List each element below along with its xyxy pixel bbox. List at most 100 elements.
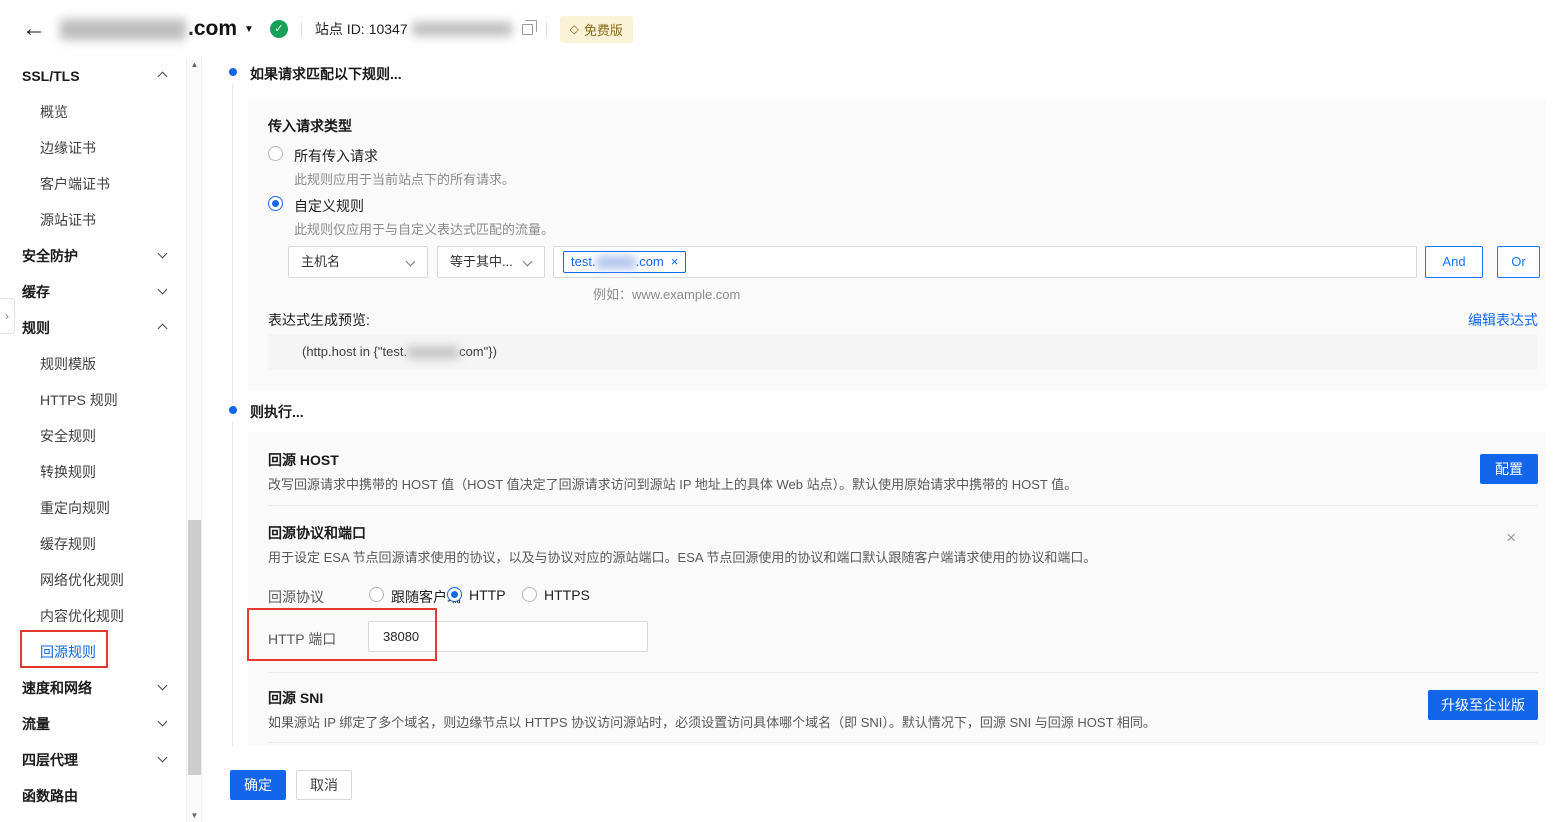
scroll-down-icon[interactable]: ▼ — [187, 811, 202, 820]
sidebar-item-https-rules[interactable]: HTTPS 规则 — [0, 382, 186, 418]
value-tag: test..com × — [563, 251, 686, 273]
expression-preview: (http.host in {"test.com"}) — [268, 334, 1538, 370]
field-select[interactable]: 主机名 — [288, 246, 428, 278]
chevron-down-icon — [158, 753, 168, 763]
request-type-title: 传入请求类型 — [268, 116, 352, 136]
page: ← .com ▼ ✓ 站点 ID: 10347 ◇ 免费版 SSL/TLS 概览… — [0, 0, 1566, 822]
step2-title: 则执行... — [250, 402, 304, 422]
sidebar-item-label: HTTPS 规则 — [40, 392, 118, 408]
sidebar-item-origin-rules[interactable]: 回源规则 — [0, 634, 186, 670]
main-content: 如果请求匹配以下规则... 传入请求类型 所有传入请求 此规则应用于当前站点下的… — [202, 58, 1566, 822]
http-port-input[interactable] — [368, 621, 648, 652]
plan-badge: ◇ 免费版 — [560, 16, 633, 43]
sidebar-item-cache-rules[interactable]: 缓存规则 — [0, 526, 186, 562]
sidebar-item-redirect-rules[interactable]: 重定向规则 — [0, 490, 186, 526]
sidebar-item-label: 安全防护 — [22, 248, 78, 264]
radio-custom-rule-desc: 此规则仅应用于与自定义表达式匹配的流量。 — [294, 219, 554, 238]
sidebar-item-label: 缓存 — [22, 284, 50, 300]
or-button[interactable]: Or — [1497, 246, 1540, 278]
sidebar-item-label: 速度和网络 — [22, 680, 92, 696]
sidebar-item-overview[interactable]: 概览 — [0, 94, 186, 130]
radio-https[interactable] — [522, 587, 537, 602]
sidebar-item-client-cert[interactable]: 客户端证书 — [0, 166, 186, 202]
configure-button[interactable]: 配置 — [1480, 454, 1538, 484]
copy-icon[interactable] — [522, 24, 533, 35]
tag-remove-icon[interactable]: × — [671, 252, 679, 272]
sidebar-item-label: 客户端证书 — [40, 176, 110, 192]
sidebar-item-rule-template[interactable]: 规则模版 — [0, 346, 186, 382]
redacted-tag-domain — [596, 257, 636, 268]
value-tag-input[interactable]: test..com × — [553, 246, 1417, 278]
sidebar-item-label: 规则 — [22, 320, 50, 336]
header-divider — [546, 22, 547, 37]
upgrade-enterprise-button[interactable]: 升级至企业版 — [1428, 690, 1538, 720]
chevron-down-icon — [158, 249, 168, 259]
origin-sni-desc: 如果源站 IP 绑定了多个域名，则边缘节点以 HTTPS 协议访问源站时，必须设… — [268, 712, 1156, 731]
scrollbar-thumb[interactable] — [188, 520, 201, 775]
chevron-up-icon — [158, 324, 168, 334]
scroll-up-icon[interactable]: ▲ — [187, 60, 202, 69]
sidebar-item-label: 网络优化规则 — [40, 572, 124, 588]
sidebar-item-content-opt-rules[interactable]: 内容优化规则 — [0, 598, 186, 634]
sidebar-item-label: SSL/TLS — [22, 68, 80, 84]
sidebar-group-security[interactable]: 安全防护 — [0, 238, 186, 274]
chevron-down-icon — [158, 285, 168, 295]
origin-protocol-port-title: 回源协议和端口 — [268, 523, 366, 543]
radio-custom-rule[interactable] — [268, 196, 283, 211]
site-switcher[interactable]: .com ▼ — [60, 17, 254, 41]
sidebar-group-rules[interactable]: 规则 — [0, 310, 186, 346]
value-hint: 例如：www.example.com — [593, 284, 740, 303]
site-id-value: 10347 — [369, 21, 408, 37]
and-button[interactable]: And — [1425, 246, 1483, 278]
sidebar-item-edge-cert[interactable]: 边缘证书 — [0, 130, 186, 166]
radio-https-label[interactable]: HTTPS — [544, 587, 590, 603]
radio-all-requests[interactable] — [268, 146, 283, 161]
site-verified-icon: ✓ — [270, 20, 288, 38]
sidebar-scrollbar[interactable]: ▲ ▼ — [186, 58, 201, 822]
sidebar-item-label: 规则模版 — [40, 356, 96, 372]
tag-text: test..com — [571, 252, 664, 272]
chevron-down-icon — [523, 257, 533, 267]
sidebar-item-origin-cert[interactable]: 源站证书 — [0, 202, 186, 238]
radio-http-label[interactable]: HTTP — [469, 587, 506, 603]
sidebar-group-l4-proxy[interactable]: 四层代理 — [0, 742, 186, 778]
radio-custom-rule-label[interactable]: 自定义规则 — [294, 196, 364, 216]
sidebar-item-label: 源站证书 — [40, 212, 96, 228]
cancel-button[interactable]: 取消 — [296, 770, 352, 800]
sidebar: SSL/TLS 概览 边缘证书 客户端证书 源站证书 安全防护 缓存 规则 规则… — [0, 58, 202, 822]
site-id-label: 站点 ID: — [315, 19, 365, 39]
radio-all-requests-desc: 此规则应用于当前站点下的所有请求。 — [294, 169, 515, 188]
sidebar-group-speed-network[interactable]: 速度和网络 — [0, 670, 186, 706]
actions-card: 回源 HOST 改写回源请求中携带的 HOST 值（HOST 值决定了回源请求访… — [248, 432, 1546, 746]
sidebar-item-label: 流量 — [22, 716, 50, 732]
confirm-button[interactable]: 确定 — [230, 770, 286, 800]
expression-text: (http.host in {"test. — [302, 344, 407, 359]
match-rule-card: 传入请求类型 所有传入请求 此规则应用于当前站点下的所有请求。 自定义规则 此规… — [248, 100, 1546, 390]
sidebar-group-traffic[interactable]: 流量 — [0, 706, 186, 742]
sidebar-item-label: 四层代理 — [22, 752, 78, 768]
sidebar-item-label: 回源规则 — [40, 644, 96, 660]
chevron-down-icon — [406, 257, 416, 267]
step1-title: 如果请求匹配以下规则... — [250, 64, 402, 84]
sidebar-item-transform-rules[interactable]: 转换规则 — [0, 454, 186, 490]
sidebar-item-security-rules[interactable]: 安全规则 — [0, 418, 186, 454]
redacted-site-domain — [60, 19, 186, 40]
sidebar-item-function-routes[interactable]: 函数路由 — [0, 778, 186, 814]
timeline-line — [232, 84, 233, 404]
chevron-up-icon — [158, 72, 168, 82]
sidebar-group-cache[interactable]: 缓存 — [0, 274, 186, 310]
sidebar-group-ssl-tls[interactable]: SSL/TLS — [0, 58, 186, 94]
close-icon[interactable]: × — [1506, 529, 1516, 546]
radio-follow-client[interactable] — [369, 587, 384, 602]
radio-all-requests-label[interactable]: 所有传入请求 — [294, 146, 378, 166]
sidebar-item-network-opt-rules[interactable]: 网络优化规则 — [0, 562, 186, 598]
plan-badge-label: 免费版 — [584, 20, 623, 39]
radio-http[interactable] — [447, 587, 462, 602]
operator-select[interactable]: 等于其中... — [437, 246, 545, 278]
edit-expression-link[interactable]: 编辑表达式 — [1468, 310, 1538, 330]
back-arrow-icon[interactable]: ← — [22, 17, 46, 41]
redacted-site-id — [412, 22, 512, 36]
sidebar-collapse-toggle[interactable]: › — [0, 298, 15, 334]
sidebar-item-label: 函数路由 — [22, 788, 78, 804]
origin-sni-title: 回源 SNI — [268, 688, 323, 708]
